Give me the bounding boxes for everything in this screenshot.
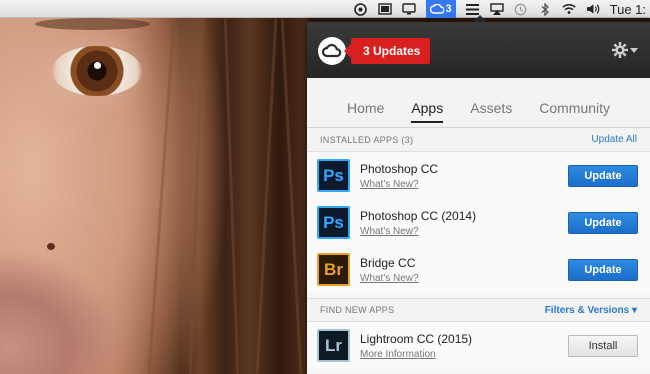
time-machine-icon[interactable] xyxy=(514,2,528,16)
panel-header: 3 Updates xyxy=(307,22,650,78)
lightroom-icon: Lr xyxy=(317,329,350,362)
app-name: Photoshop CC (2014) xyxy=(360,208,477,223)
creative-cloud-panel: 3 Updates Home Apps Assets Community INS… xyxy=(307,22,650,374)
app-row-photoshop-cc-2014: Ps Photoshop CC (2014) What's New? Updat… xyxy=(307,199,650,246)
new-apps-list: Lr Lightroom CC (2015) More Information … xyxy=(307,322,650,369)
update-button[interactable]: Update xyxy=(568,258,638,281)
tab-community[interactable]: Community xyxy=(539,100,610,127)
display-icon[interactable] xyxy=(401,2,416,16)
find-new-apps-header: FIND NEW APPS Filters & Versions ▾ xyxy=(307,298,650,322)
installed-apps-title: INSTALLED APPS (3) xyxy=(320,134,414,145)
update-all-link[interactable]: Update All xyxy=(591,134,637,145)
settings-gear-button[interactable] xyxy=(612,41,638,59)
airplay-icon[interactable] xyxy=(489,2,504,16)
app-name: Photoshop CC xyxy=(360,161,439,176)
menubar-clock[interactable]: Tue 1: xyxy=(610,2,646,17)
wifi-icon[interactable] xyxy=(562,2,576,16)
volume-icon[interactable] xyxy=(586,2,600,16)
chevron-down-icon xyxy=(630,48,638,53)
bluetooth-icon[interactable] xyxy=(538,2,552,16)
more-information-link[interactable]: More Information xyxy=(360,349,568,360)
creative-cloud-update-count: 3 xyxy=(445,3,452,15)
eye xyxy=(52,46,142,96)
installed-apps-header: INSTALLED APPS (3) Update All xyxy=(307,128,650,152)
creative-cloud-logo-icon xyxy=(318,37,346,65)
install-button[interactable]: Install xyxy=(568,334,638,357)
list-icon[interactable] xyxy=(466,2,480,16)
filters-versions-label: Filters & Versions xyxy=(544,304,630,316)
creative-cloud-menu-icon[interactable]: 3 xyxy=(425,0,456,18)
find-new-apps-title: FIND NEW APPS xyxy=(320,305,395,315)
app-name: Bridge CC xyxy=(360,255,416,270)
gear-icon xyxy=(612,42,628,58)
update-button[interactable]: Update xyxy=(568,164,638,187)
whats-new-link[interactable]: What's New? xyxy=(360,179,568,190)
app-row-photoshop-cc: Ps Photoshop CC What's New? Update xyxy=(307,152,650,199)
installed-apps-list: Ps Photoshop CC What's New? Update Ps Ph… xyxy=(307,152,650,293)
window-icon[interactable] xyxy=(377,2,392,16)
app-name: Lightroom CC (2015) xyxy=(360,331,473,346)
updates-badge[interactable]: 3 Updates xyxy=(343,38,431,64)
tab-assets[interactable]: Assets xyxy=(470,100,512,127)
whats-new-link[interactable]: What's New? xyxy=(360,226,568,237)
app-row-lightroom-cc-2015: Lr Lightroom CC (2015) More Information … xyxy=(307,322,650,369)
mole xyxy=(47,243,55,250)
app-row-bridge-cc: Br Bridge CC What's New? Update xyxy=(307,246,650,293)
whats-new-link[interactable]: What's New? xyxy=(360,273,568,284)
eyebrow xyxy=(35,18,150,30)
bridge-icon: Br xyxy=(317,253,350,286)
menu-bar: 3 Tue 1: xyxy=(0,0,650,18)
photoshop-icon: Ps xyxy=(317,206,350,239)
update-button[interactable]: Update xyxy=(568,211,638,234)
chevron-down-icon: ▾ xyxy=(631,304,637,316)
timer-icon[interactable] xyxy=(354,2,368,16)
filters-versions-dropdown[interactable]: Filters & Versions ▾ xyxy=(545,305,637,316)
panel-tabs: Home Apps Assets Community xyxy=(307,78,650,128)
tab-apps[interactable]: Apps xyxy=(411,100,443,127)
photoshop-icon: Ps xyxy=(317,159,350,192)
tab-home[interactable]: Home xyxy=(347,100,384,127)
